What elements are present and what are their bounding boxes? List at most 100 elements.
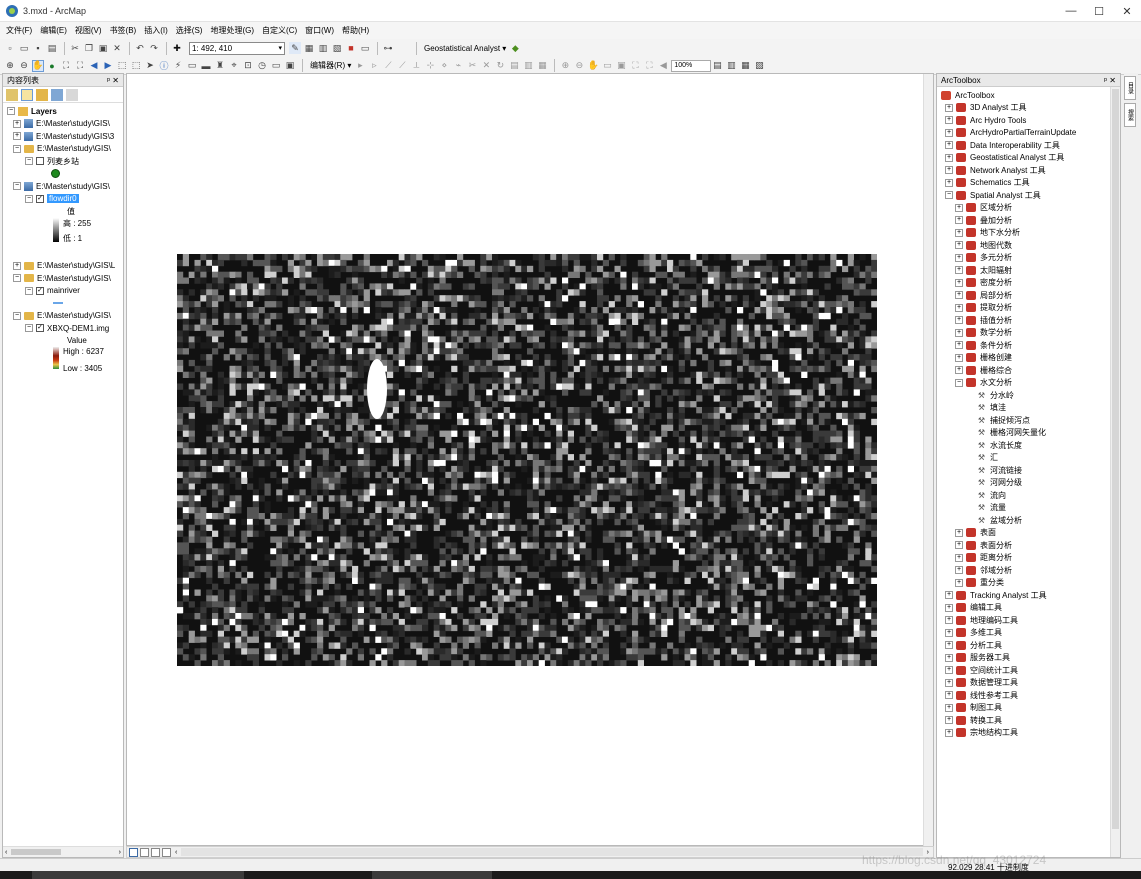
collapse-icon[interactable]: − [7, 107, 15, 116]
toolset-item[interactable]: + 距离分析 [941, 552, 1120, 565]
expand-icon[interactable]: + [955, 341, 963, 350]
cut-icon[interactable]: ✂ [69, 42, 81, 54]
layer-visibility-checkbox[interactable] [36, 157, 44, 166]
model-builder-icon[interactable]: ⊶ [382, 42, 394, 54]
expand-icon[interactable]: + [955, 553, 963, 562]
zoom-out-icon[interactable]: ⊖ [18, 60, 30, 72]
toc-window-icon[interactable]: ▦ [303, 42, 315, 54]
tool-item[interactable]: ⚒ 栅格河网矢量化 [941, 427, 1120, 440]
tool-item[interactable]: ⚒ 捕捉倾泻点 [941, 414, 1120, 427]
identify-icon[interactable]: ⓘ [158, 60, 170, 72]
map-display[interactable] [126, 73, 934, 847]
layout-icon[interactable]: ▣ [284, 60, 296, 72]
collapse-icon[interactable]: − [13, 144, 21, 153]
toolset-item[interactable]: + 表面分析 [941, 539, 1120, 552]
scroll-right-icon[interactable]: › [119, 849, 121, 856]
tool-item[interactable]: ⚒ 水流长度 [941, 439, 1120, 452]
search-window-icon[interactable]: ▧ [331, 42, 343, 54]
layout-pan-icon[interactable]: ✋ [587, 60, 599, 72]
go-to-xy-icon[interactable]: ⊡ [242, 60, 254, 72]
menu-geoprocessing[interactable]: 地理处理(G) [210, 25, 254, 36]
create-viewer-icon[interactable]: ▭ [270, 60, 282, 72]
measure-icon[interactable]: ▬ [200, 60, 212, 72]
point-icon[interactable]: ⊹ [424, 60, 436, 72]
toc-layer-label-selected[interactable]: flowdir0 [47, 194, 79, 204]
menu-insert[interactable]: 插入(I) [144, 25, 168, 36]
toolbox-item[interactable]: + Geostatistical Analyst 工具 [941, 152, 1120, 165]
collapse-icon[interactable]: − [955, 378, 963, 387]
tool-item[interactable]: ⚒ 河网分级 [941, 477, 1120, 490]
expand-icon[interactable]: + [955, 353, 963, 362]
catalog-window-icon[interactable]: ▥ [317, 42, 329, 54]
toolbox-item[interactable]: − Spatial Analyst 工具 [941, 189, 1120, 202]
toc-layer-row[interactable]: − E:\Master\study\GIS\ [7, 272, 123, 285]
zoom-whole-page-icon[interactable]: ▭ [601, 60, 613, 72]
toolset-item[interactable]: + 邻域分析 [941, 564, 1120, 577]
focus-data-frame-icon[interactable]: ▥ [725, 60, 737, 72]
menu-help[interactable]: 帮助(H) [342, 25, 369, 36]
menu-windows[interactable]: 窗口(W) [305, 25, 334, 36]
expand-icon[interactable]: + [955, 253, 963, 262]
straight-segment-icon[interactable]: ⟋ [382, 60, 394, 72]
pause-drawing-icon[interactable] [162, 847, 171, 857]
collapse-icon[interactable]: − [25, 286, 33, 295]
arctoolbox-root[interactable]: ArcToolbox [941, 89, 1120, 102]
find-route-icon[interactable]: ⌖ [228, 60, 240, 72]
expand-icon[interactable]: + [945, 103, 953, 112]
map-vertical-scrollbar[interactable] [923, 74, 933, 847]
menu-file[interactable]: 文件(F) [6, 25, 32, 36]
expand-icon[interactable]: + [955, 278, 963, 287]
collapse-icon[interactable]: − [25, 194, 33, 203]
toolbox-item[interactable]: + Schematics 工具 [941, 177, 1120, 190]
toolbox-item[interactable]: + ArcHydroPartialTerrainUpdate [941, 127, 1120, 140]
toc-layer-row[interactable]: + E:\Master\study\GIS\L [7, 260, 123, 273]
cut-polygons-icon[interactable]: ✂ [466, 60, 478, 72]
expand-icon[interactable]: + [955, 566, 963, 575]
options-icon[interactable] [66, 88, 78, 101]
expand-icon[interactable]: + [955, 216, 963, 225]
layout-back-icon[interactable]: ◀ [657, 60, 669, 72]
open-icon[interactable]: ▭ [18, 42, 30, 54]
zoom-100-icon[interactable]: ▣ [615, 60, 627, 72]
menu-edit[interactable]: 编辑(E) [40, 25, 67, 36]
python-window-icon[interactable]: ▭ [359, 42, 371, 54]
toolset-item[interactable]: + 栅格创建 [941, 352, 1120, 365]
expand-icon[interactable]: + [955, 316, 963, 325]
time-slider-icon[interactable]: ◷ [256, 60, 268, 72]
select-elements-icon[interactable]: ➤ [144, 60, 156, 72]
expand-icon[interactable]: + [945, 166, 953, 175]
add-data-icon[interactable]: ✚ [171, 42, 183, 54]
expand-icon[interactable]: + [13, 261, 21, 270]
layout-zoom-input[interactable]: 100% [671, 59, 712, 72]
redo-icon[interactable]: ↷ [148, 42, 160, 54]
toc-layers-root[interactable]: − Layers [7, 105, 123, 118]
edit-annotation-icon[interactable]: ▹ [368, 60, 380, 72]
toolset-item[interactable]: + 地图代数 [941, 239, 1120, 252]
delete-icon[interactable]: ✕ [111, 42, 123, 54]
print-icon[interactable]: ▤ [46, 42, 58, 54]
layout-view-icon[interactable] [140, 847, 149, 857]
layer-visibility-checkbox[interactable]: ✓ [36, 194, 44, 203]
scroll-left-icon[interactable]: ‹ [5, 849, 7, 856]
toc-layer-row[interactable]: − ✓ XBXQ-DEM1.img [7, 322, 123, 335]
toc-layer-row[interactable]: − E:\Master\study\GIS\ [7, 143, 123, 156]
arctoolbox-window-icon[interactable]: ■ [345, 42, 357, 54]
scroll-thumb[interactable] [11, 849, 62, 855]
layout-fixed-zoom-out-icon[interactable]: ⛶ [643, 60, 655, 72]
expand-icon[interactable]: + [955, 541, 963, 550]
paste-icon[interactable]: ▣ [97, 42, 109, 54]
select-features-icon[interactable]: ⬚ [116, 60, 128, 72]
forward-extent-icon[interactable]: ▶ [102, 60, 114, 72]
toolbox-item[interactable]: + Network Analyst 工具 [941, 164, 1120, 177]
split-icon[interactable]: ✕ [480, 60, 492, 72]
collapse-icon[interactable]: − [25, 157, 33, 166]
list-by-drawing-order-icon[interactable] [6, 88, 18, 101]
toolset-item[interactable]: + 叠加分析 [941, 214, 1120, 227]
toolset-item[interactable]: + 插值分析 [941, 314, 1120, 327]
save-icon[interactable]: ▪ [32, 42, 44, 54]
expand-icon[interactable]: + [955, 366, 963, 375]
tool-item[interactable]: ⚒ 流量 [941, 502, 1120, 515]
menu-selection[interactable]: 选择(S) [176, 25, 203, 36]
toc-layer-row[interactable]: − ✓ flowdir0 [7, 193, 123, 206]
toolset-item[interactable]: + 区域分析 [941, 202, 1120, 215]
